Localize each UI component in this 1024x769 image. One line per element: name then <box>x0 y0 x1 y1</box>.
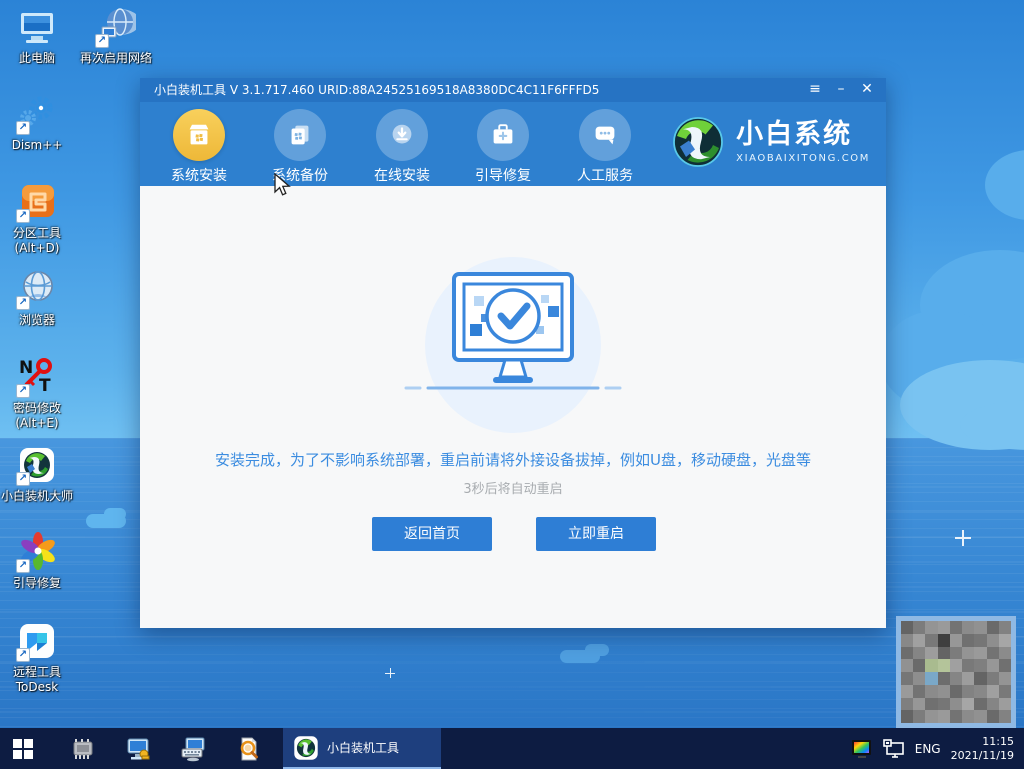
browser-globe-icon: ↗ <box>16 268 58 310</box>
window-toolbar: 系统安装 系统备份 在线安装 引导修复 人工服务 小白系统 XIAOBAIXIT… <box>140 102 886 186</box>
language-indicator[interactable]: ENG <box>915 742 941 756</box>
nav-boot-repair[interactable]: 引导修复 <box>461 109 545 185</box>
nav-online-install[interactable]: 在线安装 <box>360 109 444 185</box>
desktop-icon-label: Dism++ <box>11 138 63 152</box>
app-window: 小白装机工具 V 3.1.717.460 URID:88A24525169518… <box>140 78 886 628</box>
sparkle <box>955 530 971 546</box>
chat-bubble-icon <box>579 109 631 161</box>
taskbar-chip-tool-button[interactable] <box>60 728 106 769</box>
desktop-icon-label: 密码修改 (Alt+E) <box>12 401 61 430</box>
nav-label: 引导修复 <box>475 168 531 184</box>
taskbar-osk-button[interactable] <box>170 728 216 769</box>
desktop-icon-partition-tool[interactable]: ↗ 分区工具 (Alt+D) <box>0 181 74 256</box>
restart-button[interactable]: 立即重启 <box>536 517 656 551</box>
xiaobai-logo-icon <box>294 735 318 760</box>
desktop-icon-this-pc[interactable]: 此电脑 <box>0 6 74 66</box>
restart-countdown: 3秒后将自动重启 <box>463 482 563 497</box>
shortcut-arrow-icon: ↗ <box>16 472 30 486</box>
nav-system-backup[interactable]: 系统备份 <box>258 109 342 185</box>
mouse-cursor <box>274 173 291 196</box>
window-title: 小白装机工具 V 3.1.717.460 URID:88A24525169518… <box>154 83 600 97</box>
nav-label: 系统备份 <box>272 168 328 184</box>
home-button[interactable]: 返回首页 <box>372 517 492 551</box>
windows-logo-icon <box>13 738 33 759</box>
close-icon[interactable]: ✕ <box>854 78 880 102</box>
todesk-icon: ↗ <box>16 620 58 662</box>
partition-tool-icon: ↗ <box>16 181 58 223</box>
search-doc-icon <box>240 737 258 760</box>
this-pc-icon <box>16 6 58 48</box>
desktop-icon-todesk[interactable]: ↗ 远程工具 ToDesk <box>0 620 74 695</box>
window-content: 安装完成，为了不影响系统部署，重启前请将外接设备拔掉，例如U盘，移动硬盘，光盘等… <box>140 186 886 628</box>
monitor-check-illustration <box>404 257 622 433</box>
cloud <box>104 508 126 520</box>
taskbar-search-button[interactable] <box>225 728 271 769</box>
desktop-icon-label: 远程工具 ToDesk <box>12 665 61 694</box>
display-settings-icon <box>127 738 150 759</box>
active-app-label: 小白装机工具 <box>327 741 400 755</box>
cloud <box>585 644 609 656</box>
taskbar-display-tool-button[interactable] <box>115 728 161 769</box>
menu-icon[interactable]: ≡ <box>802 78 828 102</box>
gears-icon: ↗ <box>16 93 58 135</box>
network-tray-icon[interactable] <box>882 738 905 759</box>
system-tray: ENG 11:15 2021/11/19 <box>851 728 1024 769</box>
shortcut-arrow-icon: ↗ <box>16 559 30 573</box>
xiaobai-logo-icon <box>673 117 724 167</box>
pinwheel-icon: ↗ <box>16 531 58 573</box>
desktop-icon-label: 小白装机大师 <box>0 489 73 503</box>
desktop-icon-label: 再次启用网络 <box>79 51 152 65</box>
completion-message: 安装完成，为了不影响系统部署，重启前请将外接设备拔掉，例如U盘，移动硬盘，光盘等 <box>215 451 811 469</box>
shortcut-arrow-icon: ↗ <box>16 384 30 398</box>
password-key-icon: N T ↗ <box>16 356 58 398</box>
window-titlebar[interactable]: 小白装机工具 V 3.1.717.460 URID:88A24525169518… <box>140 78 886 102</box>
nav-label: 人工服务 <box>577 168 633 184</box>
sparkle <box>385 668 395 678</box>
desktop-icon-label: 此电脑 <box>18 51 55 65</box>
xiaobai-logo-icon: ↗ <box>16 444 58 486</box>
desktop-icon-enable-network[interactable]: ↗ 再次启用网络 <box>72 6 160 66</box>
nav-system-install[interactable]: 系统安装 <box>157 109 241 185</box>
clock[interactable]: 11:15 2021/11/19 <box>951 735 1014 763</box>
blurred-qr-mosaic <box>896 616 1016 728</box>
clock-date: 2021/11/19 <box>950 748 1014 762</box>
color-display-tray-icon[interactable] <box>851 739 873 759</box>
shortcut-arrow-icon: ↗ <box>16 209 30 223</box>
memory-chip-icon <box>73 738 93 759</box>
nav-human-service[interactable]: 人工服务 <box>563 109 647 185</box>
nav-label: 系统安装 <box>171 168 227 184</box>
brand-site: XIAOBAIXITONG.COM <box>736 153 870 164</box>
backup-copy-icon <box>274 109 326 161</box>
desktop-icon-browser[interactable]: ↗ 浏览器 <box>0 268 74 328</box>
desktop-icon-password-reset[interactable]: N T ↗ 密码修改 (Alt+E) <box>0 356 74 431</box>
shortcut-arrow-icon: ↗ <box>95 34 109 48</box>
desktop: 此电脑 ↗ 再次启用网络 ↗ Dism++ ↗ 分区工具 (Alt+D) ↗ 浏… <box>0 0 1024 769</box>
taskbar-active-app[interactable]: 小白装机工具 <box>283 728 441 769</box>
svg-text:T: T <box>39 376 51 396</box>
shortcut-arrow-icon: ↗ <box>16 648 30 662</box>
svg-text:N: N <box>19 358 33 378</box>
desktop-icon-label: 引导修复 <box>12 576 61 590</box>
taskbar: 小白装机工具 ENG 11:15 2021/11/19 <box>0 728 1024 769</box>
desktop-icon-label: 分区工具 (Alt+D) <box>12 226 61 255</box>
minimize-icon[interactable]: – <box>828 78 854 102</box>
network-globe-icon: ↗ <box>95 6 137 48</box>
desktop-icon-label: 浏览器 <box>18 313 55 327</box>
shortcut-arrow-icon: ↗ <box>16 121 30 135</box>
shortcut-arrow-icon: ↗ <box>16 296 30 310</box>
on-screen-keyboard-icon <box>181 737 205 761</box>
brand-name: 小白系统 <box>736 119 853 150</box>
toolbox-icon <box>477 109 529 161</box>
start-button[interactable] <box>0 728 46 769</box>
desktop-icon-boot-repair[interactable]: ↗ 引导修复 <box>0 531 74 591</box>
desktop-icon-xiaobai-master[interactable]: ↗ 小白装机大师 <box>0 444 79 504</box>
nav-label: 在线安装 <box>374 168 430 184</box>
clock-time: 11:15 <box>982 734 1014 748</box>
desktop-icon-dism[interactable]: ↗ Dism++ <box>0 93 74 153</box>
brand-logo-block: 小白系统 XIAOBAIXITONG.COM <box>668 112 870 172</box>
download-circle-icon <box>376 109 428 161</box>
install-box-icon <box>173 109 225 161</box>
